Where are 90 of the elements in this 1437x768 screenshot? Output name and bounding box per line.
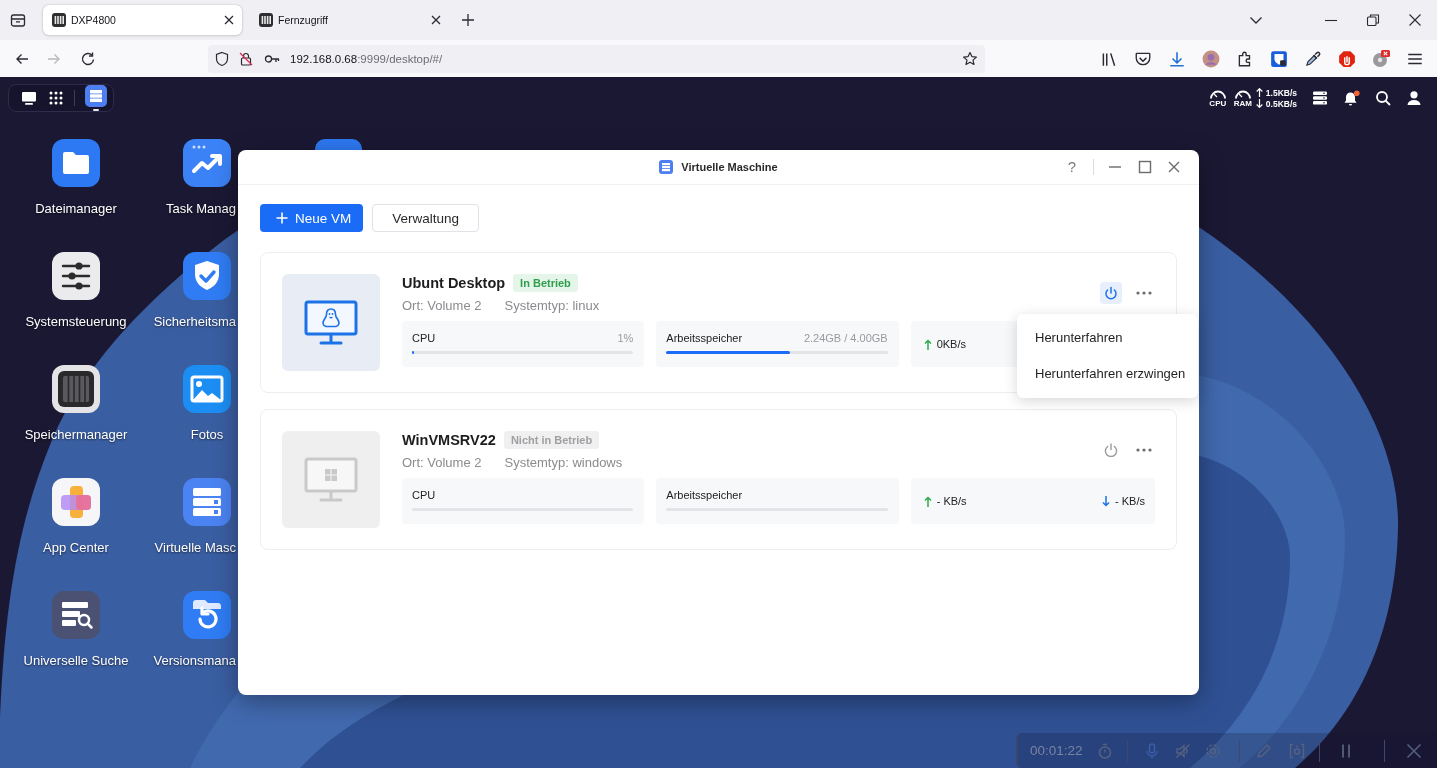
app-label[interactable]: Virtuelle Masc [154, 539, 236, 556]
location-text: Ort: Volume 2 [402, 455, 482, 471]
folder-app-icon[interactable] [52, 139, 100, 187]
primary-button[interactable]: Neue VM [260, 204, 364, 232]
arrow-down-icon [1102, 495, 1111, 507]
vm-name: Ubunt Desktop [402, 274, 506, 292]
overlapping-squares-app-icon[interactable] [52, 478, 100, 526]
sliders-app-icon[interactable] [52, 252, 100, 300]
close-icon[interactable] [1407, 12, 1423, 28]
window-title: Virtuelle Maschine [681, 161, 778, 173]
server-app-icon[interactable] [85, 85, 107, 111]
plus-icon[interactable] [460, 12, 476, 28]
app-label[interactable]: App Center [43, 539, 109, 556]
download-speed: - KB/s [1115, 495, 1145, 507]
monitor-penguin-icon [304, 299, 358, 346]
gauge-icon[interactable] [1208, 88, 1227, 99]
trend-chart-app-icon[interactable] [183, 139, 231, 187]
maximize-icon[interactable] [1138, 160, 1152, 174]
arrow-up-icon [923, 495, 932, 507]
user-icon[interactable] [1406, 90, 1422, 106]
status-badge: In Betrieb [513, 274, 578, 292]
power-icon[interactable] [1100, 282, 1122, 304]
timer-text: 00:01:22 [1030, 743, 1083, 758]
outline-button[interactable]: Verwaltung [372, 204, 480, 232]
power-icon[interactable] [1104, 443, 1118, 457]
list-search-app-icon[interactable] [52, 591, 100, 639]
upload-speed: - KB/s [936, 495, 967, 507]
status-badge: Nicht in Betrieb [503, 431, 600, 449]
shield-check-app-icon[interactable] [183, 252, 231, 300]
tab-list-icon[interactable] [10, 12, 26, 28]
hand-octagon-icon[interactable] [1338, 49, 1356, 68]
app-label[interactable]: Dateimanager [35, 200, 117, 217]
restore-folder-app-icon[interactable] [183, 591, 231, 639]
metric-label: Arbeitsspeicher [666, 488, 743, 502]
drive-bays-icon [51, 12, 67, 28]
upload-speed: 1.5KB/s [1265, 87, 1297, 98]
app-icon[interactable] [315, 139, 362, 150]
star-icon[interactable] [962, 50, 978, 67]
menu-item[interactable]: Herunterfahren erzwingen [1017, 356, 1198, 392]
bell-icon[interactable] [1343, 89, 1360, 107]
gauge-icon[interactable] [1233, 88, 1252, 99]
gauge-label: CPU [1209, 98, 1227, 108]
app-label[interactable]: Task Manag [165, 200, 236, 217]
location-text: Ort: Volume 2 [402, 298, 482, 314]
avatar-icon[interactable] [1202, 49, 1220, 68]
picture-app-icon[interactable] [183, 365, 231, 413]
drive-bays-app-icon[interactable] [52, 365, 100, 413]
upload-speed: 0KB/s [936, 338, 966, 350]
help-button[interactable]: ? [1067, 159, 1076, 175]
arrow-up-icon [1255, 88, 1263, 97]
metric-label: Arbeitsspeicher [666, 331, 743, 345]
browser-tab[interactable]: DXP4800 [43, 5, 242, 35]
plus-icon [276, 212, 288, 224]
menu-item[interactable]: Herunterfahren [1017, 320, 1198, 356]
more-icon[interactable] [1136, 291, 1152, 295]
app-label[interactable]: Sicherheitsma [153, 313, 236, 330]
download-speed: 0.5KB/s [1265, 98, 1297, 109]
app-label[interactable]: Versionsmana [153, 652, 236, 669]
download-icon[interactable] [1168, 49, 1186, 68]
lock-slash-icon[interactable] [238, 50, 254, 67]
gauge-label: RAM [1233, 98, 1252, 108]
vm-name: WinVMSRV22 [402, 431, 496, 449]
metric-label: CPU [412, 331, 436, 345]
monitor-icon[interactable] [21, 90, 37, 106]
eyedropper-icon[interactable] [1304, 49, 1322, 68]
server-app-icon [659, 160, 674, 174]
app-label[interactable]: Systemsteuerung [25, 313, 127, 330]
app-label[interactable]: Universelle Suche [23, 652, 129, 669]
search-icon[interactable] [1375, 90, 1391, 106]
restore-icon[interactable] [1365, 12, 1381, 28]
arrow-up-icon [923, 338, 932, 350]
shield-square-icon[interactable] [1270, 49, 1288, 68]
metric-label: CPU [412, 488, 436, 502]
server-stack-icon[interactable] [1312, 90, 1328, 106]
metric-reading: 2.24GB / 4.00GB [803, 331, 888, 345]
address-field[interactable]: 192.168.0.68:9999/desktop/#/ [208, 44, 985, 73]
reload-icon[interactable] [80, 50, 96, 67]
shield-icon[interactable] [214, 50, 230, 67]
browser-tab[interactable]: Fernzugriff [250, 5, 449, 35]
arrow-down-icon [1255, 99, 1263, 108]
drive-bays-icon [258, 12, 274, 28]
monitor-windows-icon [304, 456, 358, 503]
more-icon[interactable] [1136, 448, 1152, 452]
system-type-text: Systemtyp: windows [504, 455, 623, 471]
disc-badge-icon[interactable] [1372, 49, 1390, 68]
app-label[interactable]: Fotos [190, 426, 224, 443]
system-type-text: Systemtyp: linux [504, 298, 600, 314]
server-app-icon[interactable] [183, 478, 231, 526]
metric-reading: 1% [617, 331, 634, 345]
grid-icon[interactable] [48, 90, 64, 106]
